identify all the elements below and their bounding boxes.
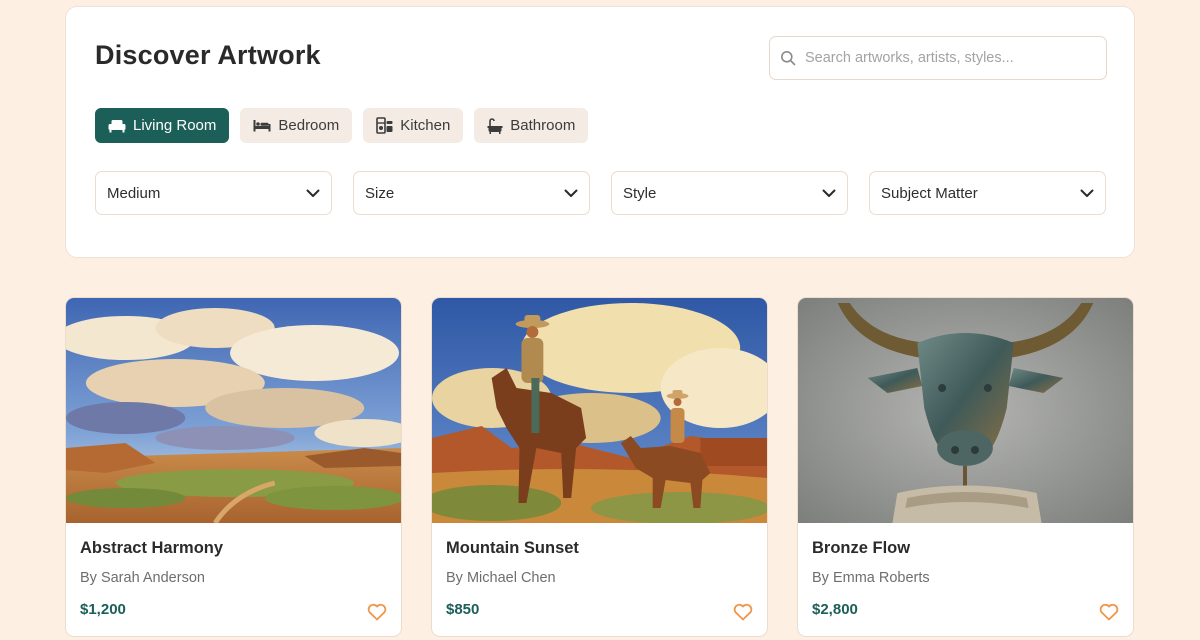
chevron-down-icon	[822, 189, 836, 197]
style-dropdown[interactable]: Style	[611, 171, 848, 215]
heart-icon	[367, 603, 387, 621]
artwork-card[interactable]: Abstract Harmony By Sarah Anderson $1,20…	[65, 297, 402, 637]
tab-living-room[interactable]: Living Room	[95, 108, 230, 143]
artwork-card[interactable]: Mountain Sunset By Michael Chen $850	[431, 297, 768, 637]
page-title: Discover Artwork	[95, 40, 321, 70]
heart-icon	[733, 603, 753, 621]
search-box[interactable]	[769, 36, 1107, 80]
artwork-title[interactable]: Abstract Harmony	[80, 539, 223, 558]
search-icon	[781, 51, 796, 66]
artwork-artist: By Emma Roberts	[812, 570, 930, 586]
artwork-price: $850	[446, 601, 480, 618]
tab-bathroom[interactable]: Bathroom	[474, 108, 589, 143]
artwork-price: $1,200	[80, 601, 126, 618]
artwork-image-landscape[interactable]	[66, 298, 401, 523]
dropdown-label: Medium	[107, 184, 161, 202]
medium-dropdown[interactable]: Medium	[95, 171, 332, 215]
dropdown-label: Style	[623, 184, 657, 202]
tab-label: Living Room	[133, 117, 217, 134]
room-tabs: Living Room Bedroom Kitchen Bathroom	[95, 108, 599, 143]
heart-icon	[1099, 603, 1119, 621]
kitchen-icon	[376, 117, 393, 134]
artwork-card[interactable]: Bronze Flow By Emma Roberts $2,800	[797, 297, 1134, 637]
dropdown-label: Subject Matter	[881, 184, 978, 202]
tab-kitchen[interactable]: Kitchen	[363, 108, 464, 143]
dropdown-label: Size	[365, 184, 395, 202]
chevron-down-icon	[564, 189, 578, 197]
artwork-title[interactable]: Bronze Flow	[812, 539, 910, 558]
artwork-price: $2,800	[812, 601, 858, 618]
filter-panel: Discover Artwork Living Room	[65, 6, 1135, 258]
size-dropdown[interactable]: Size	[353, 171, 590, 215]
subject-matter-dropdown[interactable]: Subject Matter	[869, 171, 1106, 215]
bed-icon	[253, 119, 271, 132]
tab-label: Kitchen	[400, 117, 451, 134]
artwork-artist: By Sarah Anderson	[80, 570, 205, 586]
artwork-artist: By Michael Chen	[446, 570, 556, 586]
artwork-image-cowboys[interactable]	[432, 298, 767, 523]
tab-label: Bedroom	[278, 117, 340, 134]
favorite-button[interactable]	[1098, 601, 1120, 623]
chevron-down-icon	[306, 189, 320, 197]
search-input[interactable]	[805, 50, 1095, 66]
filter-dropdowns: Medium Size Style Subject Matter	[95, 171, 1106, 215]
sofa-icon	[108, 119, 126, 133]
tab-bedroom[interactable]: Bedroom	[240, 108, 353, 143]
chevron-down-icon	[1080, 189, 1094, 197]
favorite-button[interactable]	[732, 601, 754, 623]
artwork-image-bronze-bull[interactable]	[798, 298, 1133, 523]
tab-label: Bathroom	[510, 117, 576, 134]
favorite-button[interactable]	[366, 601, 388, 623]
bathtub-icon	[487, 117, 503, 134]
artwork-title[interactable]: Mountain Sunset	[446, 539, 579, 558]
